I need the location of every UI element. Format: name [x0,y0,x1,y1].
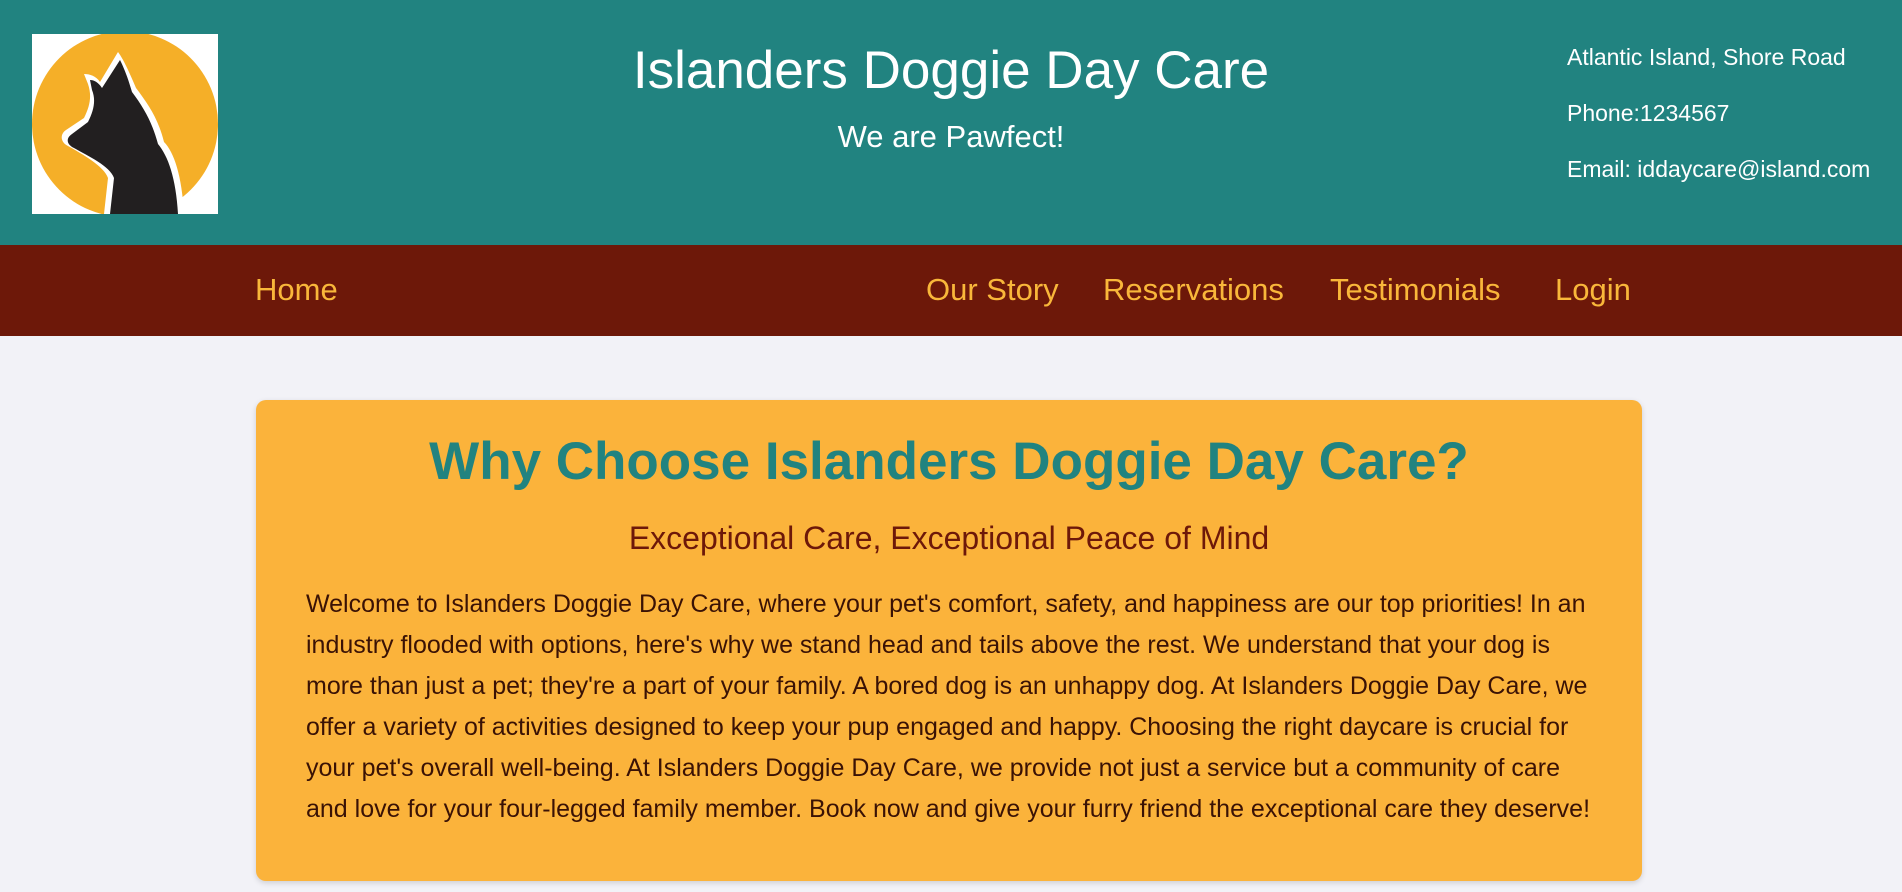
nav-link-reservations[interactable]: Reservations [1103,269,1284,311]
card-heading: Why Choose Islanders Doggie Day Care? [429,432,1469,491]
site-header: Islanders Doggie Day Care We are Pawfect… [0,0,1902,245]
nav-link-home[interactable]: Home [255,269,338,311]
contact-address: Atlantic Island, Shore Road [1567,44,1846,70]
nav-link-our-story[interactable]: Our Story [926,269,1059,311]
why-choose-card: Why Choose Islanders Doggie Day Care? Ex… [256,400,1642,881]
main-nav: Home Our Story Reservations Testimonials… [0,245,1902,336]
card-subheading: Exceptional Care, Exceptional Peace of M… [628,520,1270,556]
contact-info: Atlantic Island, Shore Road Phone:123456… [1567,40,1870,208]
nav-link-login[interactable]: Login [1555,269,1631,311]
contact-email: Email: iddaycare@island.com [1567,156,1871,182]
card-body-text: Welcome to Islanders Doggie Day Care, wh… [306,590,1591,823]
nav-link-testimonials[interactable]: Testimonials [1330,269,1501,311]
contact-phone: Phone:1234567 [1567,100,1730,126]
